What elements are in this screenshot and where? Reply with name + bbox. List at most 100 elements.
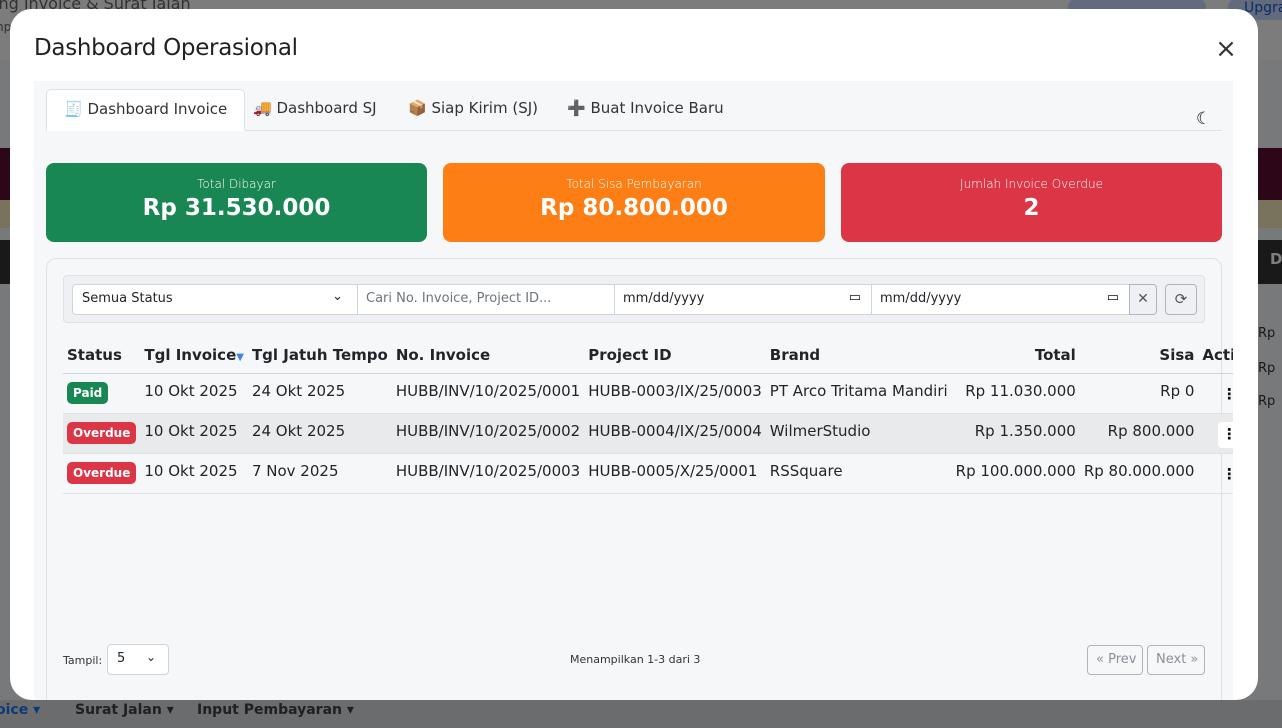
moon-icon: ☾ [1196,109,1212,129]
date-to-value: mm/dd/yyyy [880,291,962,306]
cell-status: Overdue [63,413,141,454]
col-tgl-invoice[interactable]: Tgl Invoice▼ [140,337,248,374]
page-size-select[interactable]: 5 ⌄ [107,644,169,675]
date-to-input[interactable]: mm/dd/yyyy ▭ [872,284,1130,315]
chevron-down-icon: ⌄ [145,650,156,664]
next-page-button[interactable]: Next » [1147,645,1205,675]
col-tgl-invoice-label: Tgl Invoice [144,345,237,364]
plus-icon: ➕ [567,99,586,117]
invoice-panel: Semua Status ⌄ Cari No. Invoice, Project… [46,258,1233,700]
cell-sisa: Rp 800.000 [1079,413,1199,454]
tab-label: Dashboard SJ [276,99,377,117]
col-sisa[interactable]: Sisa [1079,337,1199,374]
col-brand[interactable]: Brand [765,337,952,374]
close-icon: ✕ [1137,291,1149,307]
tab-label: Buat Invoice Baru [590,99,724,117]
card-total-dibayar: Total Dibayar Rp 31.530.000 [46,163,427,242]
tab-label: Dashboard Invoice [87,100,228,118]
cell-project-id: HUBB-0005/X/25/0001 [584,453,766,494]
cell-total: Rp 11.030.000 [951,373,1080,414]
card-label: Total Dibayar [197,177,276,191]
package-icon: 📦 [408,99,427,117]
cell-no-invoice: HUBB/INV/10/2025/0001 [391,373,585,414]
sort-icon: ▼ [236,351,244,363]
col-project-id[interactable]: Project ID [584,337,766,374]
page-size-label: Tampil: [63,654,103,667]
tab-dashboard-sj[interactable]: 🚚 Dashboard SJ [236,89,394,131]
date-from-input[interactable]: mm/dd/yyyy ▭ [615,284,872,315]
col-action: Action [1198,337,1233,374]
page-size-value: 5 [117,651,126,666]
receipt-icon: 🧾 [64,100,83,118]
col-no-invoice[interactable]: No. Invoice [391,337,585,374]
dark-mode-toggle[interactable]: ☾ [1196,109,1211,129]
status-badge: Paid [67,381,109,404]
cell-sisa: Rp 80.000.000 [1079,453,1199,494]
cell-tgl-invoice: 10 Okt 2025 [140,453,248,494]
truck-icon: 🚚 [253,99,272,117]
cell-status: Paid [63,373,141,414]
col-jatuh-tempo[interactable]: Tgl Jatuh Tempo [247,337,392,374]
col-total[interactable]: Total [951,337,1080,374]
tab-buat-invoice[interactable]: ➕ Buat Invoice Baru [550,89,741,131]
status-filter-value: Semua Status [82,291,173,306]
cell-action: ⋮ [1198,413,1233,454]
cell-total: Rp 100.000.000 [951,453,1080,494]
close-button[interactable]: × [1213,34,1239,64]
more-options-icon[interactable]: ⋮ [1218,382,1233,408]
col-status[interactable]: Status [63,337,141,374]
cell-sisa: Rp 0 [1079,373,1199,414]
prev-page-button[interactable]: « Prev [1087,645,1143,675]
card-label: Total Sisa Pembayaran [566,177,702,191]
cell-brand: PT Arco Tritama Mandiri [765,373,952,414]
date-from-value: mm/dd/yyyy [623,291,705,306]
table-header-row: Status Tgl Invoice▼ Tgl Jatuh Tempo No. … [63,337,1233,374]
card-overdue-count: Jumlah Invoice Overdue 2 [841,163,1222,242]
cell-no-invoice: HUBB/INV/10/2025/0003 [391,453,585,494]
refresh-icon: ⟳ [1174,290,1188,308]
pagination-info: Menampilkan 1-3 dari 3 [570,653,701,666]
chevron-down-icon: ⌄ [332,289,343,304]
status-badge: Overdue [67,461,137,484]
cell-project-id: HUBB-0003/IX/25/0003 [584,373,766,414]
cell-project-id: HUBB-0004/IX/25/0004 [584,413,766,454]
modal-title: Dashboard Operasional [34,35,298,61]
calendar-icon[interactable]: ▭ [849,290,861,305]
cell-jatuh-tempo: 7 Nov 2025 [247,453,392,494]
invoice-table: Status Tgl Invoice▼ Tgl Jatuh Tempo No. … [63,337,1233,494]
table-row: Paid 10 Okt 2025 24 Okt 2025 HUBB/INV/10… [63,373,1233,414]
cell-brand: RSSquare [765,453,952,494]
table-row: Overdue 10 Okt 2025 7 Nov 2025 HUBB/INV/… [63,453,1233,494]
cell-tgl-invoice: 10 Okt 2025 [140,373,248,414]
cell-jatuh-tempo: 24 Okt 2025 [247,413,392,454]
status-filter-select[interactable]: Semua Status ⌄ [72,284,358,315]
calendar-icon[interactable]: ▭ [1107,290,1119,305]
cell-total: Rp 1.350.000 [951,413,1080,454]
modal-body: 🧾 Dashboard Invoice 🚚 Dashboard SJ 📦 Sia… [34,81,1233,700]
cell-action: ⋮ [1198,373,1233,414]
cell-brand: WilmerStudio [765,413,952,454]
card-value: Rp 80.800.000 [540,195,728,221]
more-options-icon[interactable]: ⋮ [1218,462,1233,488]
card-value: Rp 31.530.000 [142,195,331,221]
clear-filter-button[interactable]: ✕ [1129,284,1157,315]
cell-no-invoice: HUBB/INV/10/2025/0002 [391,413,585,454]
refresh-button[interactable]: ⟳ [1165,284,1197,315]
cell-jatuh-tempo: 24 Okt 2025 [247,373,392,414]
dashboard-modal: Dashboard Operasional × 🧾 Dashboard Invo… [10,9,1258,700]
card-label: Jumlah Invoice Overdue [960,177,1103,191]
close-icon: × [1215,34,1237,64]
tab-dashboard-invoice[interactable]: 🧾 Dashboard Invoice [46,89,246,131]
cell-tgl-invoice: 10 Okt 2025 [140,413,248,454]
status-badge: Overdue [67,421,137,444]
card-total-sisa: Total Sisa Pembayaran Rp 80.800.000 [443,163,825,242]
search-input[interactable]: Cari No. Invoice, Project ID... [358,284,615,315]
tab-siap-kirim[interactable]: 📦 Siap Kirim (SJ) [391,89,555,131]
cell-status: Overdue [63,453,141,494]
tab-label: Siap Kirim (SJ) [431,99,539,117]
tab-bar: 🧾 Dashboard Invoice 🚚 Dashboard SJ 📦 Sia… [46,89,1222,131]
table-row: Overdue 10 Okt 2025 24 Okt 2025 HUBB/INV… [63,413,1233,454]
more-options-icon[interactable]: ⋮ [1218,421,1233,448]
cell-action: ⋮ [1198,453,1233,494]
filter-bar: Semua Status ⌄ Cari No. Invoice, Project… [63,275,1205,323]
